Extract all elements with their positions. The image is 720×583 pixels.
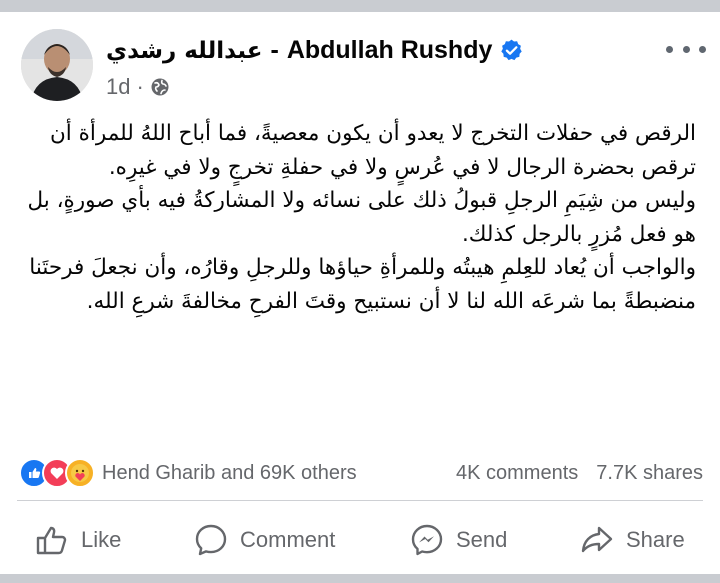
- verified-badge-icon: [501, 39, 523, 61]
- more-options-button[interactable]: [666, 39, 706, 59]
- avatar-photo: [21, 29, 93, 101]
- comment-label: Comment: [240, 527, 336, 552]
- post-header: عبدالله رشدي - Abdullah Rushdy 1d ·: [0, 12, 720, 107]
- reaction-icons[interactable]: [19, 458, 95, 488]
- post-timestamp[interactable]: 1d: [106, 74, 130, 100]
- messenger-send-icon: [411, 524, 443, 556]
- engagement-counts: 4K comments 7.7K shares: [456, 462, 703, 485]
- post-body: الرقص في حفلات التخرج لا يعدو أن يكون مع…: [24, 117, 696, 318]
- comments-count[interactable]: 4K comments: [456, 462, 578, 485]
- more-dot-icon: [682, 45, 690, 53]
- like-button[interactable]: Like: [35, 512, 121, 568]
- feed-separator-bottom: [0, 574, 720, 583]
- author-avatar[interactable]: [21, 29, 93, 101]
- author-name-separator: -: [270, 36, 279, 64]
- post-meta: 1d ·: [106, 74, 170, 100]
- actions-divider: [17, 500, 703, 501]
- author-name[interactable]: عبدالله رشدي - Abdullah Rushdy: [106, 36, 524, 65]
- more-dot-icon: [666, 45, 673, 53]
- shares-count[interactable]: 7.7K shares: [596, 462, 703, 485]
- like-label: Like: [81, 527, 122, 552]
- thumbs-up-icon: [36, 526, 67, 555]
- share-label: Share: [626, 527, 685, 552]
- reactions-summary[interactable]: Hend Gharib and 69K others: [102, 462, 357, 485]
- meta-dot: ·: [136, 74, 144, 99]
- post-paragraph: والواجب أن يُعاد للعِلمِ هيبتُه وللمرأةِ…: [29, 255, 696, 314]
- reactions-bar: Hend Gharib and 69K others 4K comments 7…: [19, 455, 703, 491]
- post-actions: Like Comment Send Share: [0, 512, 720, 568]
- globe-icon: [151, 78, 169, 96]
- more-dot-icon: [699, 45, 706, 53]
- care-reaction-icon: [65, 458, 95, 488]
- share-arrow-icon: [581, 526, 613, 553]
- post-paragraph: الرقص في حفلات التخرج لا يعدو أن يكون مع…: [50, 121, 696, 180]
- comment-bubble-icon: [195, 524, 227, 556]
- post-paragraph: وليس من شِيَمِ الرجلِ قبولُ ذلك على نسائ…: [27, 188, 696, 247]
- comment-button[interactable]: Comment: [194, 512, 335, 568]
- author-name-arabic[interactable]: عبدالله رشدي: [106, 38, 262, 64]
- feed-separator-top: [0, 0, 720, 12]
- share-button[interactable]: Share: [580, 512, 685, 568]
- send-label: Send: [456, 527, 508, 552]
- author-name-english[interactable]: Abdullah Rushdy: [287, 36, 493, 65]
- send-button[interactable]: Send: [410, 512, 507, 568]
